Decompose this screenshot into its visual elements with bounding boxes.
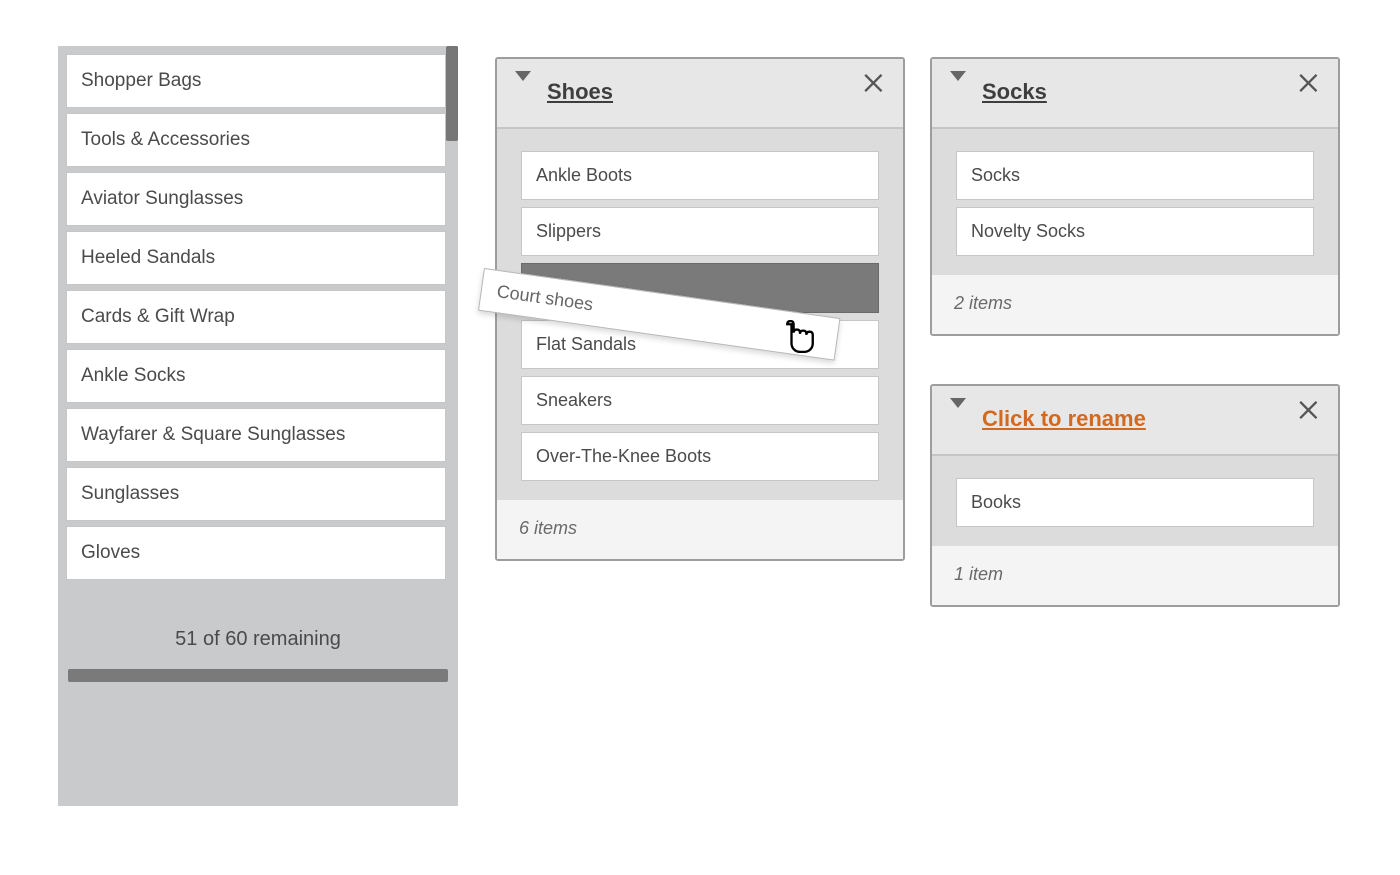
collapse-icon[interactable] xyxy=(950,71,966,81)
source-footer: 51 of 60 remaining xyxy=(58,586,458,806)
card-title[interactable]: Shoes xyxy=(547,79,613,104)
card-body: Books xyxy=(932,456,1338,546)
source-panel: Shopper Bags Tools & Accessories Aviator… xyxy=(58,46,458,806)
card-body: Socks Novelty Socks xyxy=(932,129,1338,275)
list-item[interactable]: Novelty Socks xyxy=(956,207,1314,256)
card-item-count: 2 items xyxy=(932,275,1338,334)
close-icon[interactable] xyxy=(1296,69,1324,97)
list-item[interactable]: Gloves xyxy=(66,526,446,580)
list-item[interactable]: Socks xyxy=(956,151,1314,200)
scrollbar-thumb[interactable] xyxy=(446,46,458,141)
remaining-count: 51 of 60 remaining xyxy=(58,586,458,669)
list-item[interactable]: Cards & Gift Wrap xyxy=(66,290,446,344)
list-item[interactable]: Aviator Sunglasses xyxy=(66,172,446,226)
scrollbar[interactable] xyxy=(446,46,458,606)
list-item[interactable]: Shopper Bags xyxy=(66,54,446,108)
card-title[interactable]: Socks xyxy=(982,79,1047,104)
list-item[interactable]: Books xyxy=(956,478,1314,527)
card-title-placeholder[interactable]: Click to rename xyxy=(982,406,1146,431)
list-item[interactable]: Slippers xyxy=(521,207,879,256)
card-item-count: 1 item xyxy=(932,546,1338,605)
collapse-icon[interactable] xyxy=(515,71,531,81)
list-item[interactable]: Over-The-Knee Boots xyxy=(521,432,879,481)
list-item[interactable]: Wayfarer & Square Sunglasses xyxy=(66,408,446,462)
close-icon[interactable] xyxy=(1296,396,1324,424)
collapse-icon[interactable] xyxy=(950,398,966,408)
card-item-count: 6 items xyxy=(497,500,903,559)
list-item[interactable]: Tools & Accessories xyxy=(66,113,446,167)
list-item[interactable]: Heeled Sandals xyxy=(66,231,446,285)
close-icon[interactable] xyxy=(861,69,889,97)
card-header: Socks xyxy=(932,59,1338,129)
list-item[interactable]: Ankle Socks xyxy=(66,349,446,403)
list-item[interactable]: Sunglasses xyxy=(66,467,446,521)
list-item[interactable]: Sneakers xyxy=(521,376,879,425)
progress-bar xyxy=(68,669,448,682)
source-list: Shopper Bags Tools & Accessories Aviator… xyxy=(66,54,446,594)
category-card-socks: Socks Socks Novelty Socks 2 items xyxy=(930,57,1340,336)
category-card-unnamed: Click to rename Books 1 item xyxy=(930,384,1340,607)
list-item[interactable]: Ankle Boots xyxy=(521,151,879,200)
card-header: Click to rename xyxy=(932,386,1338,456)
card-header: Shoes xyxy=(497,59,903,129)
